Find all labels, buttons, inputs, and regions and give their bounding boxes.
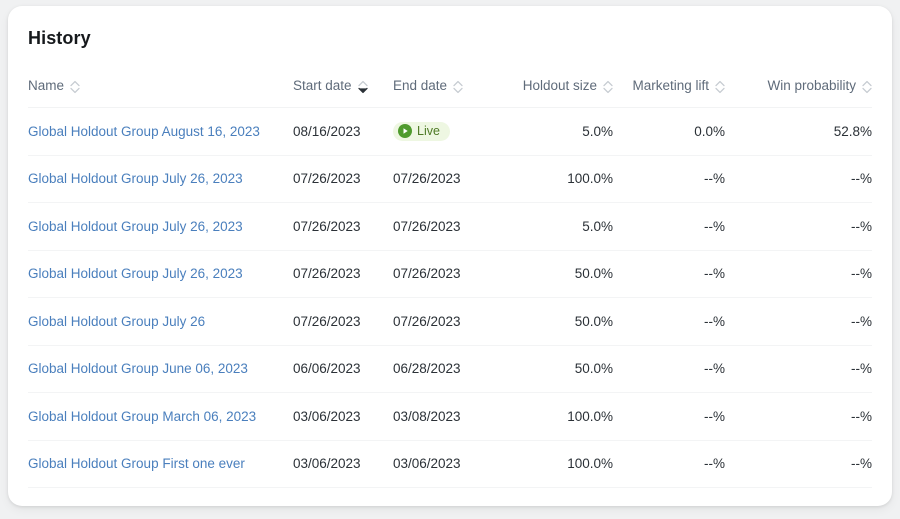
history-card: History Name Start date End date Holdout si… [8,6,892,506]
cell-name: Global Holdout Group June 06, 2023 [28,345,293,393]
play-circle-icon [398,124,412,138]
cell-start-date: 07/26/2023 [293,250,393,298]
column-header-lift[interactable]: Marketing lift [613,78,725,108]
cell-marketing-lift: --% [613,393,725,441]
history-table: Name Start date End date Holdout size Market… [28,78,872,488]
cell-win-probability: --% [725,250,872,298]
cell-end-date: 07/26/2023 [393,298,497,346]
cell-end-date: 03/08/2023 [393,393,497,441]
column-header-hold[interactable]: Holdout size [497,78,613,108]
cell-end-date: 07/26/2023 [393,155,497,203]
cell-name: Global Holdout Group July 26 [28,298,293,346]
cell-holdout-size: 50.0% [497,298,613,346]
cell-start-date: 07/26/2023 [293,203,393,251]
cell-end-date: 06/28/2023 [393,345,497,393]
cell-win-probability: --% [725,155,872,203]
cell-marketing-lift: 0.0% [613,108,725,156]
cell-start-date: 03/06/2023 [293,440,393,488]
cell-end-date: 03/06/2023 [393,440,497,488]
table-row: Global Holdout Group June 06, 2023 06/06/… [28,345,872,393]
table-row: Global Holdout Group March 06, 2023 03/06… [28,393,872,441]
cell-name: Global Holdout Group July 26, 2023 [28,155,293,203]
cell-marketing-lift: --% [613,440,725,488]
sort-chevrons-icon [715,80,725,94]
cell-name: Global Holdout Group July 26, 2023 [28,250,293,298]
status-badge-label: Live [417,125,440,138]
column-header-label: Start date [293,78,352,93]
cell-start-date: 06/06/2023 [293,345,393,393]
holdout-group-link[interactable]: Global Holdout Group July 26, 2023 [28,266,243,281]
history-table-container: Name Start date End date Holdout size Market… [28,78,872,488]
sort-chevrons-icon [358,80,368,94]
cell-win-probability: --% [725,440,872,488]
cell-marketing-lift: --% [613,250,725,298]
cell-name: Global Holdout Group First one ever [28,440,293,488]
column-header-label: Name [28,78,64,93]
column-header-end[interactable]: End date [393,78,497,108]
cell-win-probability: --% [725,203,872,251]
cell-start-date: 07/26/2023 [293,298,393,346]
cell-holdout-size: 50.0% [497,345,613,393]
holdout-group-link[interactable]: Global Holdout Group July 26, 2023 [28,219,243,234]
table-row: Global Holdout Group August 16, 2023 08/1… [28,108,872,156]
cell-start-date: 03/06/2023 [293,393,393,441]
cell-end-date: 07/26/2023 [393,203,497,251]
cell-marketing-lift: --% [613,155,725,203]
table-row: Global Holdout Group July 26, 2023 07/26/… [28,250,872,298]
cell-end-date: Live [393,108,497,156]
cell-win-probability: --% [725,298,872,346]
sort-chevrons-icon [862,80,872,94]
holdout-group-link[interactable]: Global Holdout Group First one ever [28,456,245,471]
cell-end-date: 07/26/2023 [393,250,497,298]
sort-chevrons-icon [603,80,613,94]
table-header-row: Name Start date End date Holdout size Market… [28,78,872,108]
cell-start-date: 08/16/2023 [293,108,393,156]
cell-name: Global Holdout Group March 06, 2023 [28,393,293,441]
column-header-start[interactable]: Start date [293,78,393,108]
holdout-group-link[interactable]: Global Holdout Group July 26, 2023 [28,171,243,186]
holdout-group-link[interactable]: Global Holdout Group June 06, 2023 [28,361,248,376]
cell-holdout-size: 100.0% [497,440,613,488]
cell-holdout-size: 5.0% [497,203,613,251]
cell-name: Global Holdout Group July 26, 2023 [28,203,293,251]
table-row: Global Holdout Group July 26 07/26/202307… [28,298,872,346]
sort-chevrons-icon [453,80,463,94]
cell-win-probability: --% [725,393,872,441]
status-badge: Live [393,122,450,141]
page-title: History [28,28,91,49]
cell-holdout-size: 50.0% [497,250,613,298]
table-row: Global Holdout Group July 26, 2023 07/26/… [28,203,872,251]
table-header: Name Start date End date Holdout size Market… [28,78,872,108]
column-header-label: Marketing lift [632,78,709,93]
cell-holdout-size: 100.0% [497,155,613,203]
cell-holdout-size: 100.0% [497,393,613,441]
column-header-label: Holdout size [523,78,597,93]
cell-holdout-size: 5.0% [497,108,613,156]
cell-marketing-lift: --% [613,345,725,393]
cell-win-probability: --% [725,345,872,393]
holdout-group-link[interactable]: Global Holdout Group July 26 [28,314,205,329]
cell-name: Global Holdout Group August 16, 2023 [28,108,293,156]
table-row: Global Holdout Group First one ever 03/06… [28,440,872,488]
sort-chevrons-icon [70,80,80,94]
cell-start-date: 07/26/2023 [293,155,393,203]
table-body: Global Holdout Group August 16, 2023 08/1… [28,108,872,488]
column-header-label: Win probability [767,78,856,93]
cell-win-probability: 52.8% [725,108,872,156]
cell-marketing-lift: --% [613,298,725,346]
table-row: Global Holdout Group July 26, 2023 07/26/… [28,155,872,203]
column-header-win[interactable]: Win probability [725,78,872,108]
cell-marketing-lift: --% [613,203,725,251]
holdout-group-link[interactable]: Global Holdout Group March 06, 2023 [28,409,256,424]
column-header-name[interactable]: Name [28,78,293,108]
holdout-group-link[interactable]: Global Holdout Group August 16, 2023 [28,124,260,139]
column-header-label: End date [393,78,447,93]
